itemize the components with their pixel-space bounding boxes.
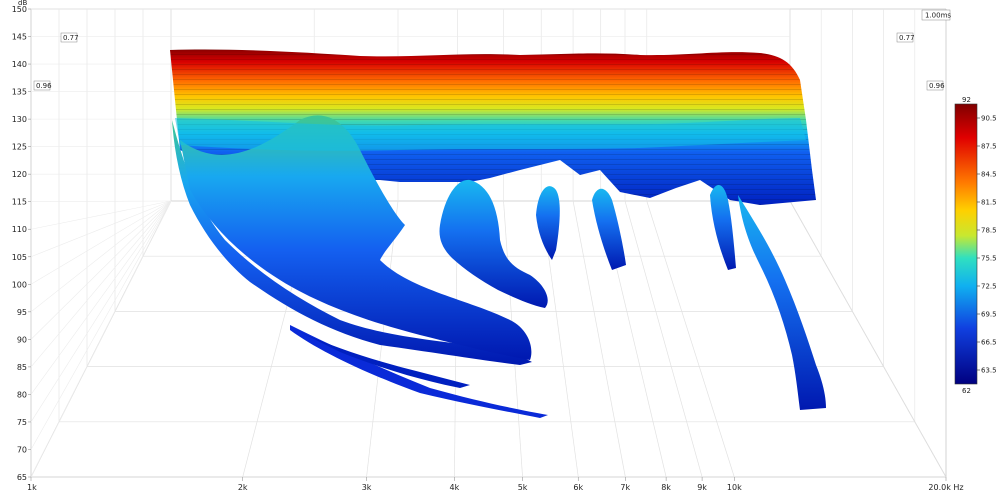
y-tick-label: 115 [12,198,27,207]
y-tick-label: 65 [17,473,27,482]
y-tick-label: 145 [12,33,27,42]
depth-label-right-077: 0.77 [896,32,915,43]
y-tick-label: 80 [17,390,27,399]
colorbar-tick-label: 63.5 [981,367,997,375]
colorbar-tick-label: 75.5 [981,255,997,263]
y-tick-label: 120 [12,170,27,179]
y-tick-label: 100 [12,280,27,289]
x-tick-label: 8k [661,483,671,492]
colorbar-tick-label: 72.5 [981,283,997,291]
depth-label-left-096: 0.96 [33,80,52,91]
x-tick-label: 20.0k Hz [928,483,963,492]
svg-text:0.77: 0.77 [899,34,915,42]
y-tick-label: 130 [12,115,27,124]
depth-label-right-096: 0.96 [926,80,945,91]
colorbar-gradient [954,103,978,385]
colorbar-max: 92 [962,96,971,104]
y-tick-label: 90 [17,335,27,344]
y-tick-label: 70 [17,446,27,455]
colorbar-min: 62 [962,387,971,395]
svg-text:0.96: 0.96 [929,82,945,90]
y-tick-label: 105 [12,253,27,262]
y-tick-label: 135 [12,88,27,97]
colorbar-tick-label: 69.5 [981,311,997,319]
x-tick-label: 7k [620,483,630,492]
depth-label-left-077: 0.77 [60,32,79,43]
x-tick-label: 10k [727,483,742,492]
colorbar-tick-label: 66.5 [981,339,997,347]
svg-text:0.77: 0.77 [63,34,79,42]
colorbar-tick-label: 81.5 [981,199,997,207]
x-tick-label: 9k [697,483,707,492]
y-tick-label: 110 [12,225,27,234]
x-tick-label: 6k [573,483,583,492]
colorbar-tick-label: 90.5 [981,115,997,123]
x-tick-label: 5k [518,483,528,492]
y-tick-label: 75 [17,418,27,427]
x-tick-label: 3k [362,483,372,492]
x-tick-label: 2k [238,483,248,492]
colorbar-tick-label: 87.5 [981,143,997,151]
x-tick-label: 4k [450,483,460,492]
y-tick-label: 140 [12,60,27,69]
y-tick-label: 85 [17,363,27,372]
y-tick-label: 125 [12,143,27,152]
colorbar-tick-label: 78.5 [981,227,997,235]
time-label: 1.00ms [925,12,951,20]
colorbar-tick-label: 84.5 [981,171,997,179]
svg-text:0.96: 0.96 [36,82,52,90]
waterfall-plot: 1501451401351301251201151101051009590858… [0,0,1000,492]
time-label-box: 1.00ms [921,9,951,21]
y-unit-label: dB [18,0,27,7]
x-tick-label: 1k [27,483,37,492]
y-tick-label: 95 [17,308,27,317]
